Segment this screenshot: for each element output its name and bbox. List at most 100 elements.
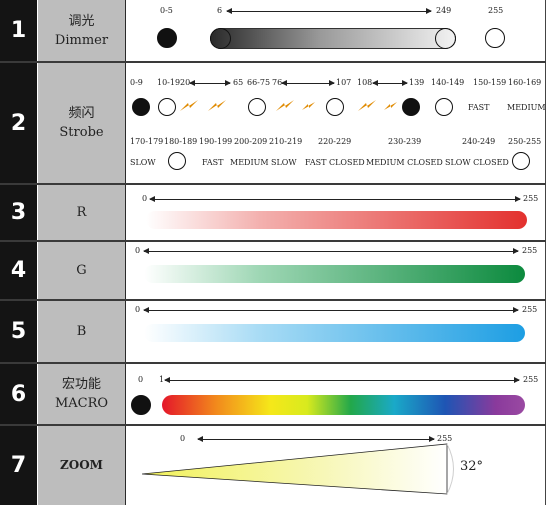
- dimmer-bar-end-circle: [435, 28, 456, 49]
- function-chart: 1 调光 Dimmer 0-5 6 249 255 2 频闪 Strobe 0-…: [0, 0, 546, 505]
- label-en: G: [76, 263, 87, 278]
- zoom-beam-cone: [142, 443, 454, 495]
- strobe-speed-word: MEDIUM: [230, 158, 269, 167]
- strobe-range: 150-159: [473, 78, 507, 87]
- row-number: 1: [0, 0, 38, 61]
- strobe-range: 140-149: [431, 78, 465, 87]
- macro-off-circle: [131, 395, 151, 415]
- strobe-speed-word: SLOW: [271, 158, 297, 167]
- strobe-open-circle: [435, 98, 453, 116]
- red-gradient-bar: [146, 211, 527, 229]
- strobe-range: 66-75: [247, 78, 271, 87]
- row-label: 频闪 Strobe: [38, 63, 126, 183]
- zoom-content: 0 255 32°: [126, 426, 546, 505]
- label-cn: 频闪: [68, 106, 95, 121]
- macro-rainbow-bar: [162, 395, 525, 415]
- macro-range-arrow: [164, 377, 520, 383]
- label-en: Strobe: [59, 125, 104, 140]
- strobe-range-arrow: [372, 80, 408, 86]
- row-label: B: [38, 301, 126, 362]
- strobe-range: 230-239: [388, 137, 422, 146]
- row-number: 5: [0, 301, 38, 362]
- strobe-speed-word: MEDIUM: [507, 103, 546, 112]
- row-label: 调光 Dimmer: [38, 0, 126, 61]
- row-number: 4: [0, 242, 38, 299]
- red-content: 0 255: [126, 185, 546, 240]
- dimmer-full-circle: [485, 28, 505, 48]
- strobe-range: 210-219: [269, 137, 303, 146]
- dimmer-range-arrow: [226, 8, 432, 14]
- blue-range-arrow: [143, 307, 519, 313]
- strobe-range: 108: [357, 78, 373, 87]
- label-cn: 宏功能: [61, 377, 101, 392]
- strobe-open-circle: [248, 98, 266, 116]
- blue-end-value: 255: [522, 305, 538, 314]
- strobe-speed-word: FAST CLOSED: [305, 158, 365, 167]
- zoom-angle-label: 32°: [460, 459, 484, 474]
- strobe-range: 200-209: [234, 137, 268, 146]
- label-en: Dimmer: [54, 32, 109, 48]
- green-start-value: 0: [135, 246, 141, 255]
- macro-off-value: 0: [138, 375, 144, 384]
- strobe-range-arrow: [189, 80, 231, 86]
- strobe-open-circle: [512, 152, 530, 170]
- row-number: 3: [0, 185, 38, 240]
- strobe-speed-word: FAST: [468, 103, 490, 112]
- strobe-range: 160-169: [508, 78, 542, 87]
- green-end-value: 255: [522, 246, 538, 255]
- lightning-bolt-icon: [180, 100, 198, 111]
- green-content: 0 255: [126, 242, 546, 299]
- strobe-range: 0-9: [130, 78, 143, 87]
- dimmer-off-circle: [157, 28, 177, 48]
- macro-content: 0 1 255: [126, 364, 546, 424]
- strobe-open-circle: [158, 98, 176, 116]
- dimmer-gradient-bar: [210, 28, 456, 49]
- label-en: ZOOM: [60, 458, 103, 472]
- strobe-range: 220-229: [318, 137, 352, 146]
- row-strobe: 2 频闪 Strobe 0-9 10-19 20 65 66-75 76 107…: [0, 63, 546, 183]
- row-label: R: [38, 185, 126, 240]
- row-label: ZOOM: [38, 426, 126, 505]
- dimmer-start-value: 6: [217, 6, 223, 15]
- row-macro: 6 宏功能 MACRO 0 1 255: [0, 364, 546, 424]
- blue-start-value: 0: [135, 305, 141, 314]
- macro-end-value: 255: [523, 375, 539, 384]
- strobe-speed-word: FAST: [202, 158, 224, 167]
- red-range-arrow: [149, 196, 521, 202]
- strobe-range: 250-255: [508, 137, 542, 146]
- dimmer-full-value: 255: [488, 6, 504, 15]
- row-red: 3 R 0 255: [0, 185, 546, 240]
- strobe-speed-word: SLOW: [130, 158, 156, 167]
- strobe-range: 240-249: [462, 137, 496, 146]
- row-number: 6: [0, 364, 38, 424]
- strobe-open-circle: [326, 98, 344, 116]
- row-green: 4 G 0 255: [0, 242, 546, 299]
- row-label: G: [38, 242, 126, 299]
- row-blue: 5 B 0 255: [0, 301, 546, 362]
- green-range-arrow: [143, 248, 519, 254]
- strobe-range: 190-199: [199, 137, 233, 146]
- zoom-range-arrow: [197, 436, 435, 442]
- strobe-closed-circle: [132, 98, 150, 116]
- row-label: 宏功能 MACRO: [38, 364, 126, 424]
- strobe-speed-word: MEDIUM CLOSED: [366, 158, 443, 167]
- dimmer-bar-start-circle: [210, 28, 231, 49]
- lightning-bolt-icon: [358, 100, 376, 111]
- label-en: MACRO: [54, 396, 109, 411]
- row-number: 7: [0, 426, 38, 505]
- label-en: B: [76, 324, 87, 339]
- blue-gradient-bar: [144, 324, 525, 342]
- strobe-speed-word: SLOW CLOSED: [445, 158, 509, 167]
- strobe-range: 170-179: [130, 137, 164, 146]
- red-end-value: 255: [523, 194, 539, 203]
- dimmer-end-value: 249: [436, 6, 452, 15]
- strobe-range: 139: [409, 78, 425, 87]
- blue-content: 0 255: [126, 301, 546, 362]
- dimmer-content: 0-5 6 249 255: [126, 0, 546, 61]
- label-en: R: [76, 205, 87, 220]
- strobe-closed-circle: [402, 98, 420, 116]
- dimmer-off-range: 0-5: [160, 6, 173, 15]
- row-zoom: 7 ZOOM 0 255 32°: [0, 426, 546, 505]
- strobe-range: 10-19: [157, 78, 181, 87]
- strobe-range-arrow: [281, 80, 335, 86]
